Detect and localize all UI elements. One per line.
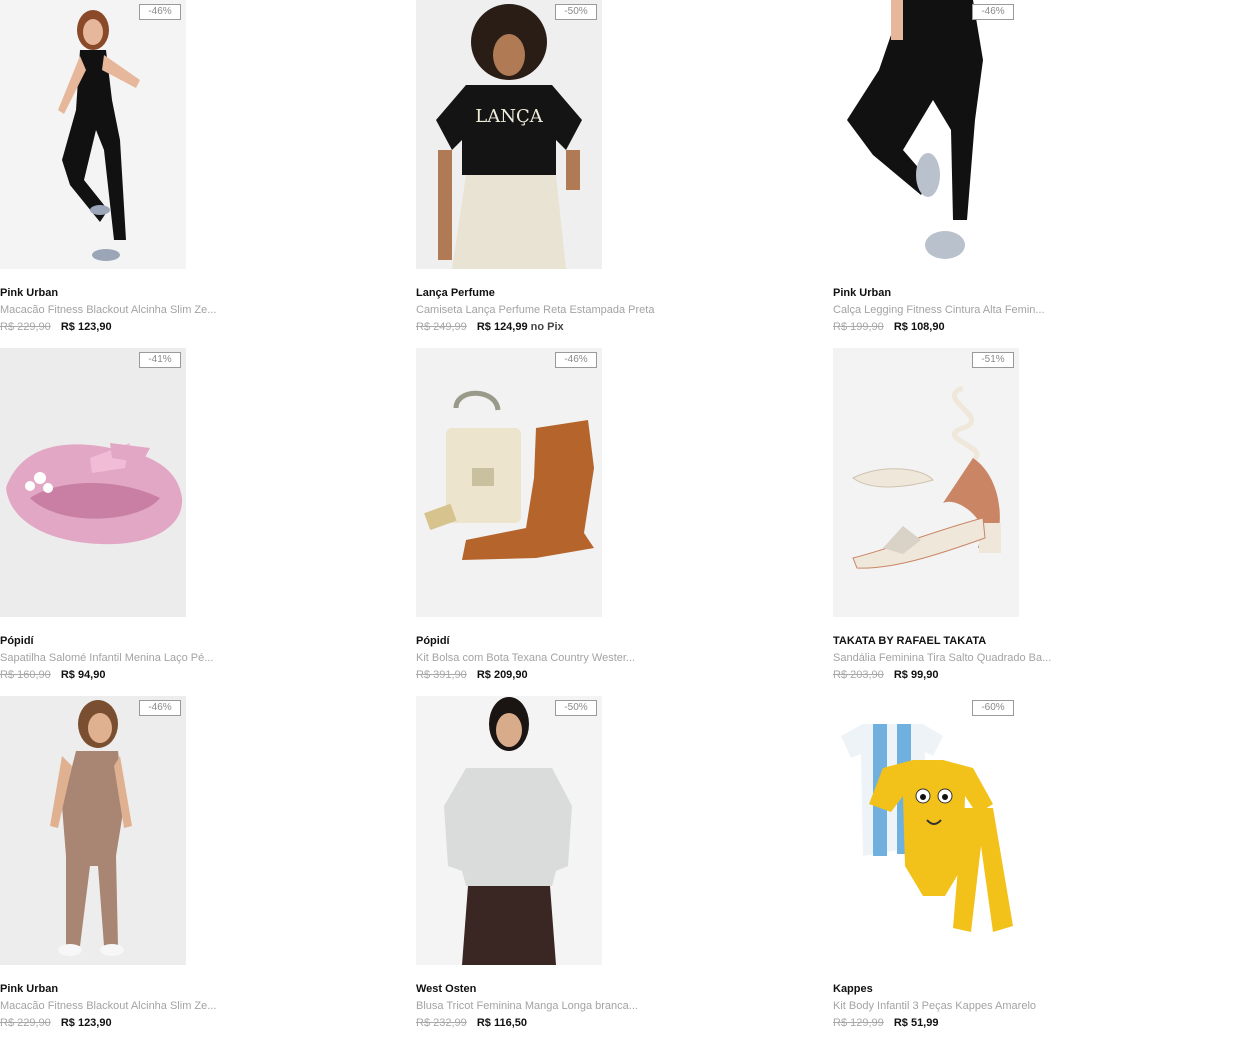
discount-badge: -46% xyxy=(139,4,181,20)
current-price: R$ 209,90 xyxy=(476,669,528,681)
product-card[interactable]: -46% Pópidí Kit Bolsa com Bota Texana Co… xyxy=(416,348,816,688)
product-prices: R$ 199,90 R$ 108,90 xyxy=(833,321,945,333)
product-name[interactable]: Kit Bolsa com Bota Texana Country Wester… xyxy=(416,652,635,664)
product-card[interactable]: -50% West Osten Blusa Tricot Feminina Ma… xyxy=(416,696,816,1036)
old-price: R$ 229,90 xyxy=(0,1017,51,1029)
old-price: R$ 199,90 xyxy=(833,321,884,333)
product-prices: R$ 129,99 R$ 51,99 xyxy=(833,1017,938,1029)
current-price: R$ 123,90 xyxy=(60,321,112,333)
product-prices: R$ 229,90 R$ 123,90 xyxy=(0,321,112,333)
product-brand[interactable]: Pink Urban xyxy=(0,983,58,995)
discount-badge: -60% xyxy=(972,700,1014,716)
product-prices: R$ 229,90 R$ 123,90 xyxy=(0,1017,112,1029)
old-price: R$ 232,99 xyxy=(416,1017,467,1029)
product-name[interactable]: Blusa Tricot Feminina Manga Longa branca… xyxy=(416,1000,638,1012)
product-brand[interactable]: Pópidí xyxy=(416,635,450,647)
woman-knit-sweater-image[interactable] xyxy=(416,696,602,965)
product-brand[interactable]: TAKATA BY RAFAEL TAKATA xyxy=(833,635,986,647)
product-prices: R$ 232,99 R$ 116,50 xyxy=(416,1017,527,1029)
product-brand[interactable]: West Osten xyxy=(416,983,476,995)
bag-and-boot-image[interactable] xyxy=(416,348,602,617)
current-price: R$ 124,99 xyxy=(476,321,528,333)
current-price: R$ 108,90 xyxy=(893,321,945,333)
old-price: R$ 249,99 xyxy=(416,321,467,333)
product-name[interactable]: Macacão Fitness Blackout Alcinha Slim Ze… xyxy=(0,304,216,316)
woman-black-tshirt-image[interactable]: LANÇA xyxy=(416,0,602,269)
current-price: R$ 51,99 xyxy=(893,1017,939,1029)
product-name[interactable]: Sapatilha Salomé Infantil Menina Laço Pé… xyxy=(0,652,213,664)
discount-badge: -41% xyxy=(139,352,181,368)
old-price: R$ 203,90 xyxy=(833,669,884,681)
product-grid: -46% Pink Urban Macacão Fitness Blackout… xyxy=(0,0,1250,1043)
product-name[interactable]: Sandália Feminina Tira Salto Quadrado Ba… xyxy=(833,652,1051,664)
current-price: R$ 99,90 xyxy=(893,669,939,681)
discount-badge: -46% xyxy=(972,4,1014,20)
discount-badge: -50% xyxy=(555,700,597,716)
baby-kit-image[interactable] xyxy=(833,696,1019,965)
current-price: R$ 123,90 xyxy=(60,1017,112,1029)
discount-badge: -46% xyxy=(139,700,181,716)
product-brand[interactable]: Lança Perfume xyxy=(416,287,495,299)
product-card[interactable]: LANÇA -50% Lança Perfume Camiseta Lança … xyxy=(416,0,816,340)
discount-badge: -50% xyxy=(555,4,597,20)
old-price: R$ 229,90 xyxy=(0,321,51,333)
product-card[interactable]: -46% Pink Urban Macacão Fitness Blackout… xyxy=(0,0,400,340)
product-card[interactable]: -46% Pink Urban Macacão Fitness Blackout… xyxy=(0,696,400,1036)
old-price: R$ 391,90 xyxy=(416,669,467,681)
product-brand[interactable]: Kappes xyxy=(833,983,873,995)
woman-black-jumpsuit-image[interactable] xyxy=(0,0,186,269)
product-brand[interactable]: Pópidí xyxy=(0,635,34,647)
discount-badge: -46% xyxy=(555,352,597,368)
svg-text:LANÇA: LANÇA xyxy=(475,106,543,127)
pink-shoe-image[interactable] xyxy=(0,348,186,617)
woman-brown-jumpsuit-image[interactable] xyxy=(0,696,186,965)
sandal-image[interactable] xyxy=(833,348,1019,617)
current-price: R$ 116,50 xyxy=(476,1017,527,1029)
old-price: R$ 129,99 xyxy=(833,1017,884,1029)
current-price: R$ 94,90 xyxy=(60,669,106,681)
product-card[interactable]: -60% Kappes Kit Body Infantil 3 Peças Ka… xyxy=(833,696,1233,1036)
product-prices: R$ 391,90 R$ 209,90 xyxy=(416,669,528,681)
black-leggings-image[interactable] xyxy=(833,0,1019,269)
product-prices: R$ 249,99 R$ 124,99 no Pix xyxy=(416,321,564,333)
product-card[interactable]: -46% Pink Urban Calça Legging Fitness Ci… xyxy=(833,0,1233,340)
product-card[interactable]: -51% TAKATA BY RAFAEL TAKATA Sandália Fe… xyxy=(833,348,1233,688)
discount-badge: -51% xyxy=(972,352,1014,368)
product-name[interactable]: Camiseta Lança Perfume Reta Estampada Pr… xyxy=(416,304,654,316)
product-prices: R$ 203,90 R$ 99,90 xyxy=(833,669,938,681)
product-brand[interactable]: Pink Urban xyxy=(833,287,891,299)
product-name[interactable]: Kit Body Infantil 3 Peças Kappes Amarelo xyxy=(833,1000,1036,1012)
product-name[interactable]: Calça Legging Fitness Cintura Alta Femin… xyxy=(833,304,1045,316)
product-prices: R$ 160,90 R$ 94,90 xyxy=(0,669,105,681)
price-suffix: no Pix xyxy=(530,321,564,333)
product-name[interactable]: Macacão Fitness Blackout Alcinha Slim Ze… xyxy=(0,1000,216,1012)
old-price: R$ 160,90 xyxy=(0,669,51,681)
product-card[interactable]: -41% Pópidí Sapatilha Salomé Infantil Me… xyxy=(0,348,400,688)
product-brand[interactable]: Pink Urban xyxy=(0,287,58,299)
